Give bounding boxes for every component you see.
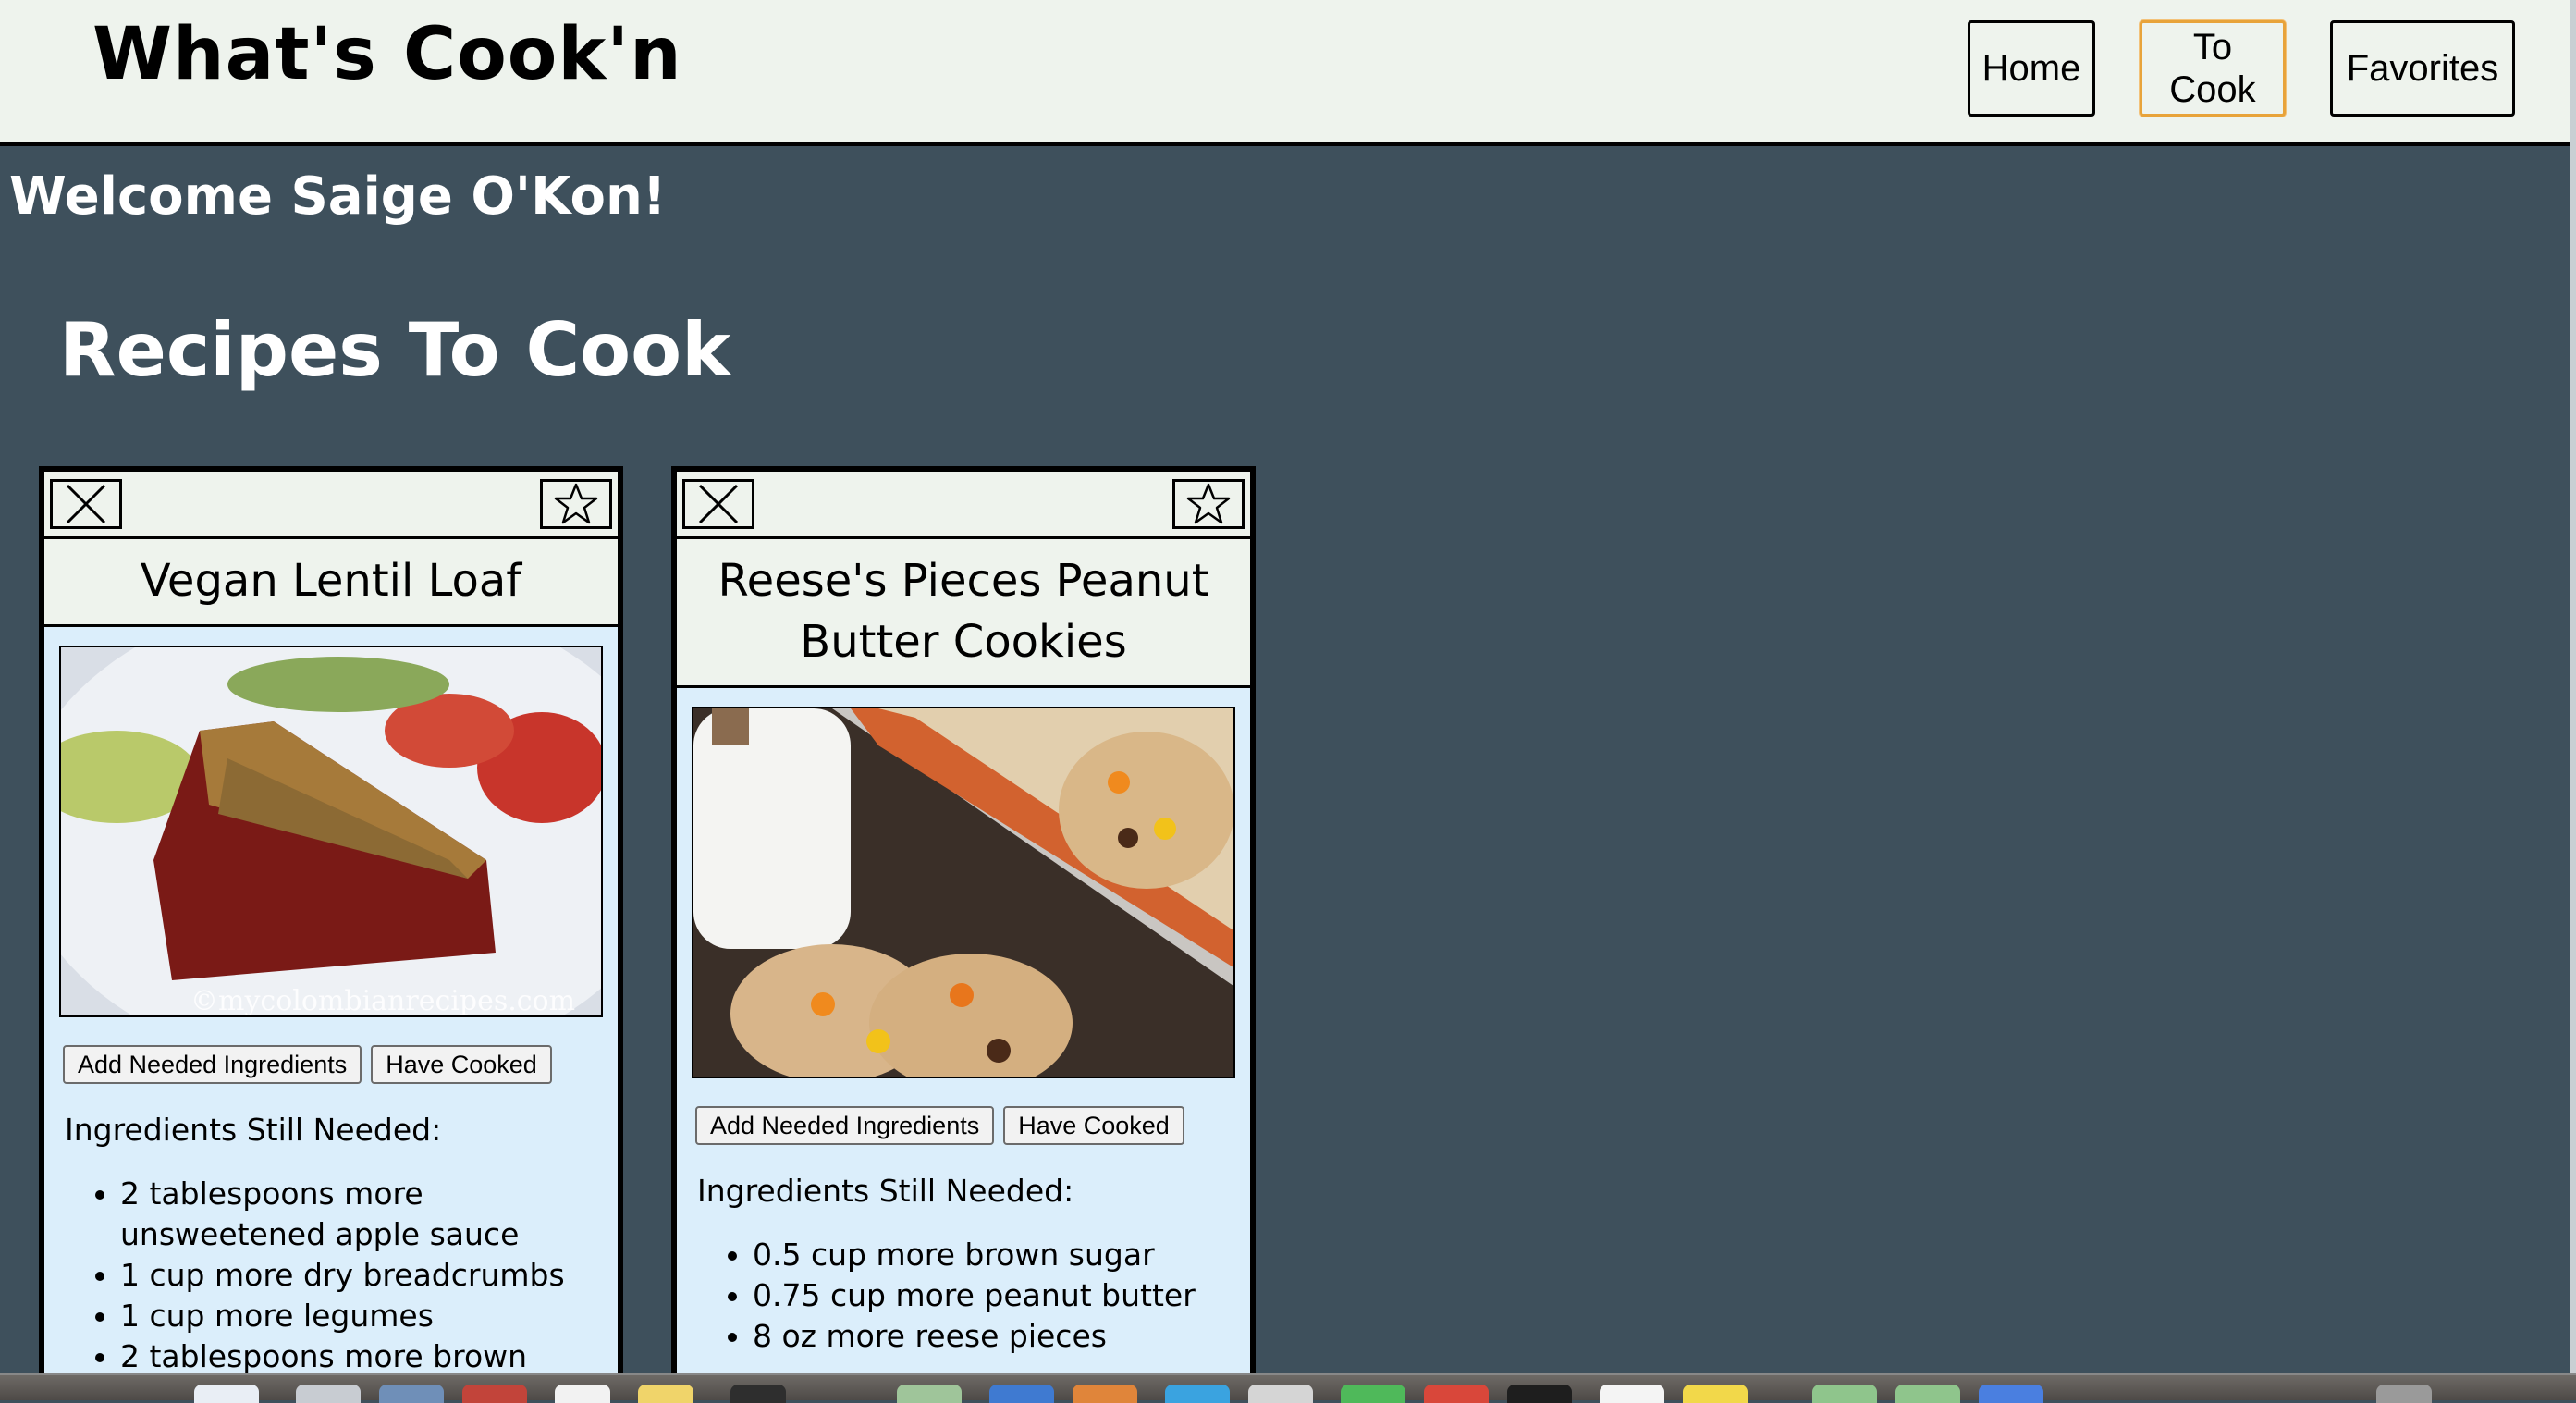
close-icon [698, 484, 739, 524]
list-item: 1 cup more legumes [120, 1296, 599, 1336]
ingredients-needed-label: Ingredients Still Needed: [65, 1112, 442, 1148]
star-icon [1186, 483, 1231, 524]
favorite-button[interactable] [1172, 479, 1245, 529]
dock-app-icon[interactable] [1507, 1385, 1572, 1403]
dock-app-icon[interactable] [1979, 1385, 2043, 1403]
dock-app-icon[interactable] [1812, 1385, 1877, 1403]
recipe-title: Reese's Pieces Peanut Butter Cookies [718, 555, 1209, 668]
list-item: 0.75 cup more peanut butter [753, 1275, 1232, 1316]
card-title-area: Reese's Pieces Peanut Butter Cookies [677, 539, 1250, 688]
dock-app-icon[interactable] [1683, 1385, 1748, 1403]
list-item: 0.5 cup more brown sugar [753, 1235, 1232, 1275]
star-icon [554, 483, 598, 524]
dock-app-icon[interactable] [194, 1385, 259, 1403]
dock-app-icon[interactable] [1424, 1385, 1489, 1403]
section-title: Recipes To Cook [59, 307, 731, 393]
card-toolbar [677, 472, 1250, 539]
welcome-message: Welcome Saige O'Kon! [9, 166, 667, 227]
ingredients-needed-label: Ingredients Still Needed: [697, 1173, 1074, 1209]
list-item: 1 cup more dry breadcrumbs [120, 1255, 599, 1296]
favorite-button[interactable] [540, 479, 612, 529]
add-needed-ingredients-button[interactable]: Add Needed Ingredients [695, 1106, 995, 1145]
window-edge [2570, 0, 2576, 1373]
list-item: 8 oz more reese pieces [753, 1316, 1232, 1357]
cookies-photo [693, 708, 1233, 1077]
add-needed-ingredients-button[interactable]: Add Needed Ingredients [63, 1045, 362, 1084]
card-toolbar [44, 472, 618, 539]
recipe-photo [692, 707, 1235, 1078]
os-dock [0, 1373, 2576, 1403]
dock-app-icon[interactable] [989, 1385, 1054, 1403]
card-actions: Add Needed Ingredients Have Cooked [63, 1045, 618, 1084]
have-cooked-button[interactable]: Have Cooked [371, 1045, 552, 1084]
dock-app-icon[interactable] [1165, 1385, 1230, 1403]
app-title: What's Cook'n [92, 13, 682, 96]
dock-app-icon[interactable] [730, 1385, 786, 1403]
dock-app-icon[interactable] [1895, 1385, 1960, 1403]
dock-app-icon[interactable] [2376, 1385, 2432, 1403]
nav-to-cook-button[interactable]: To Cook [2140, 20, 2286, 117]
dock-app-icon[interactable] [1073, 1385, 1137, 1403]
dock-app-icon[interactable] [1341, 1385, 1405, 1403]
dock-app-icon[interactable] [1600, 1385, 1664, 1403]
ingredients-list: 2 tablespoons more unsweetened apple sau… [44, 1174, 618, 1385]
dock-app-icon[interactable] [897, 1385, 962, 1403]
ingredients-list: 0.5 cup more brown sugar 0.75 cup more p… [677, 1235, 1250, 1357]
nav-favorites-button[interactable]: Favorites [2330, 20, 2515, 117]
dock-app-icon[interactable] [296, 1385, 361, 1403]
have-cooked-button[interactable]: Have Cooked [1003, 1106, 1184, 1145]
recipe-photo: ©mycolombianrecipes.com [59, 646, 603, 1017]
card-actions: Add Needed Ingredients Have Cooked [695, 1106, 1250, 1145]
nav-home-button[interactable]: Home [1968, 20, 2095, 117]
dock-app-icon[interactable] [379, 1385, 444, 1403]
recipe-title: Vegan Lentil Loaf [140, 555, 522, 607]
remove-recipe-button[interactable] [682, 479, 754, 529]
close-icon [66, 484, 106, 524]
list-item: 2 tablespoons more unsweetened apple sau… [120, 1174, 599, 1255]
app-header: What's Cook'n Home To Cook Favorites [0, 0, 2570, 146]
recipe-card: Reese's Pieces Peanut Butter Cookies Add… [671, 466, 1256, 1391]
dock-app-icon[interactable] [1248, 1385, 1313, 1403]
dock-app-icon[interactable] [555, 1385, 610, 1403]
card-title-area: Vegan Lentil Loaf [44, 539, 618, 627]
image-watermark: ©mycolombianrecipes.com [190, 985, 575, 1015]
recipe-card: Vegan Lentil Loaf ©mycolombianrecipes.co… [39, 466, 623, 1391]
remove-recipe-button[interactable] [50, 479, 122, 529]
lentil-loaf-photo: ©mycolombianrecipes.com [61, 647, 601, 1015]
dock-app-icon[interactable] [638, 1385, 693, 1403]
dock-app-icon[interactable] [462, 1385, 527, 1403]
